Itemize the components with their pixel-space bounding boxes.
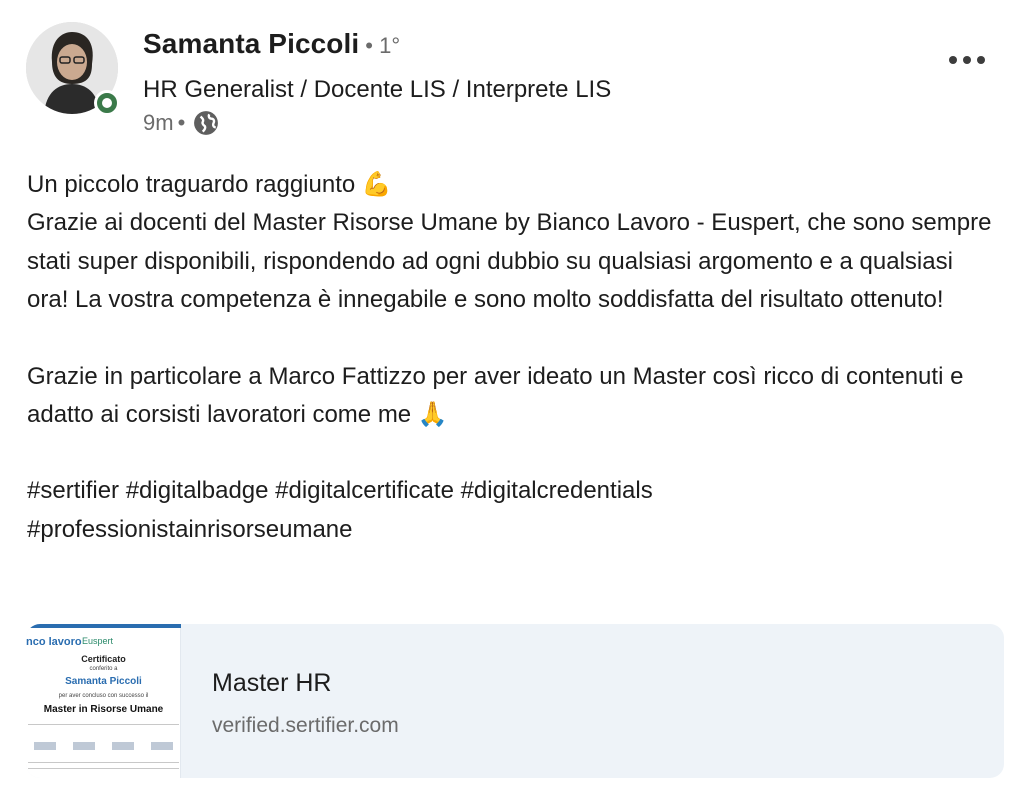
cert-heading: Certificato bbox=[81, 654, 126, 664]
cert-completed: per aver concluso con successo il bbox=[58, 693, 149, 699]
post-text: Un piccolo traguardo raggiunto 💪 Grazie … bbox=[27, 166, 997, 549]
post-hashtags-line[interactable]: #professionistainrisorseumane bbox=[27, 511, 997, 549]
link-card-title[interactable]: Master HR bbox=[212, 669, 331, 698]
post-hashtags-line[interactable]: #sertifier #digitalbadge #digitalcertifi… bbox=[27, 472, 997, 510]
post-header: Samanta Piccoli • 1° HR Generalist / Doc… bbox=[0, 0, 1024, 160]
cert-logo-right: Euspert bbox=[82, 636, 114, 646]
author-name[interactable]: Samanta Piccoli bbox=[143, 28, 359, 60]
cert-divider bbox=[28, 724, 179, 725]
more-dot bbox=[977, 56, 985, 64]
post-paragraph-mention: Grazie in particolare a Marco Fattizzo p… bbox=[27, 362, 964, 429]
author-headline: HR Generalist / Docente LIS / Interprete… bbox=[143, 76, 612, 103]
post-timestamp: 9m bbox=[143, 110, 174, 135]
certificate-image: nco lavoro Euspert Certificato conferito… bbox=[26, 624, 181, 778]
author-avatar[interactable] bbox=[26, 22, 122, 118]
cert-recipient: Samanta Piccoli bbox=[65, 676, 142, 687]
certificate-thumbnail: nco lavoro Euspert Certificato conferito… bbox=[26, 624, 181, 778]
more-options-button[interactable] bbox=[940, 48, 994, 72]
post-meta: 9m • bbox=[143, 110, 219, 136]
meta-separator: • bbox=[177, 110, 186, 135]
link-preview-card[interactable]: nco lavoro Euspert Certificato conferito… bbox=[26, 624, 1004, 778]
connection-degree: • 1° bbox=[365, 33, 401, 58]
post-paragraph-thanks: Grazie ai docenti del Master Risorse Uma… bbox=[27, 209, 992, 314]
cert-divider bbox=[28, 768, 179, 769]
more-dot bbox=[963, 56, 971, 64]
post-intro-line: Un piccolo traguardo raggiunto 💪 bbox=[27, 171, 392, 198]
cert-course: Master in Risorse Umane bbox=[43, 704, 164, 715]
cert-divider bbox=[28, 762, 179, 763]
cert-partner-logos bbox=[26, 738, 181, 754]
more-dot bbox=[949, 56, 957, 64]
cert-conferred: conferito a bbox=[89, 666, 118, 672]
cert-logo-left: nco lavoro bbox=[26, 636, 82, 648]
online-status-indicator bbox=[94, 90, 120, 116]
link-card-url: verified.sertifier.com bbox=[212, 714, 399, 737]
globe-icon bbox=[194, 111, 219, 135]
author-name-row: Samanta Piccoli • 1° bbox=[143, 28, 400, 60]
